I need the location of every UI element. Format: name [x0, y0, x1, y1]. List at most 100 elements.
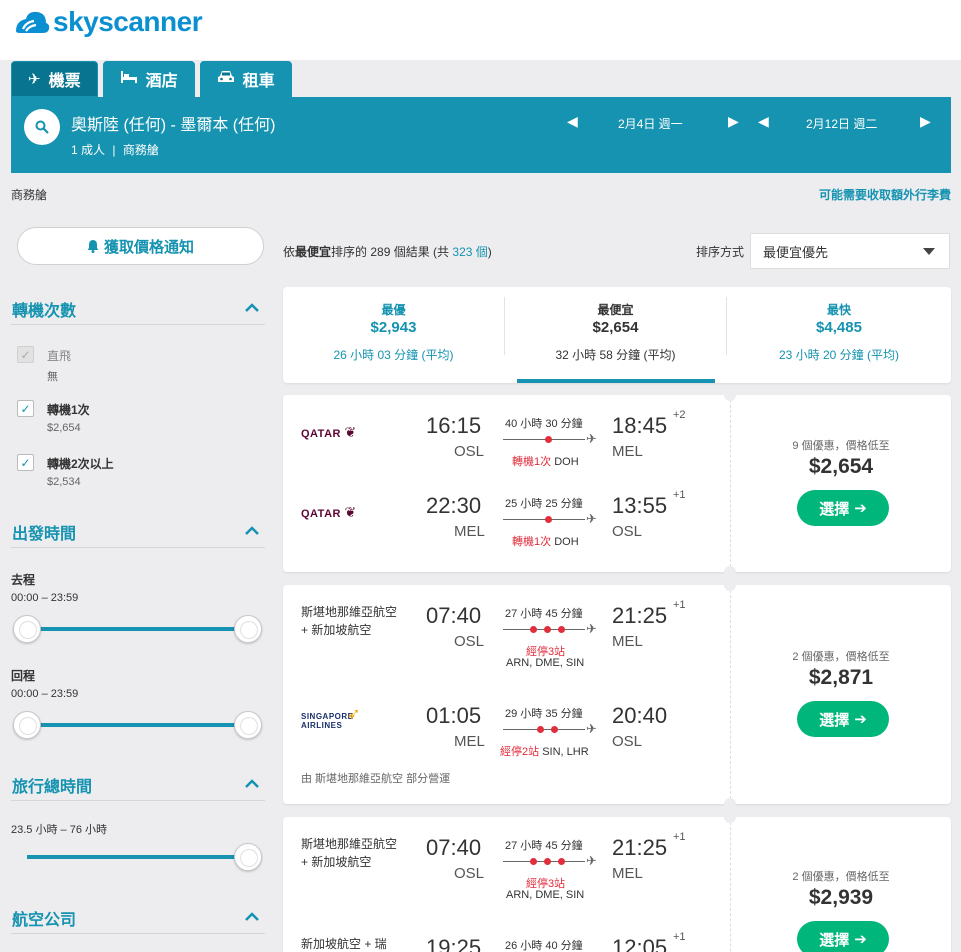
arrival-airport: OSL	[612, 523, 643, 540]
times-filter-title[interactable]: 出發時間	[12, 520, 76, 544]
via-airports: SIN, LHR	[542, 746, 589, 758]
via-airports: DOH	[554, 456, 579, 468]
flight-leg-return: SINGAPORE AIRLINES ➶ 01:05 MEL 29 小時 35 …	[283, 703, 723, 763]
via-airports: ARN, DME, SIN	[506, 657, 585, 669]
tab-label: 酒店	[145, 73, 178, 90]
caret-down-icon	[923, 248, 935, 255]
skyscanner-logo[interactable]: skyscanner	[10, 6, 203, 38]
duration-slider-handle[interactable]	[234, 843, 262, 871]
checkbox-two-plus-stops[interactable]: ✓	[17, 454, 34, 471]
route-line	[503, 519, 585, 520]
divider	[11, 324, 265, 325]
sort-select[interactable]: 最便宜優先	[750, 233, 950, 269]
flight-duration: 29 小時 35 分鐘	[505, 708, 583, 720]
return-slider-min-handle[interactable]	[13, 711, 41, 739]
itinerary-card[interactable]: 斯堪地那維亞航空 + 新加坡航空 07:40 OSL 27 小時 45 分鐘 ✈…	[283, 811, 951, 952]
baggage-fee-link[interactable]: 可能需要收取額外行李費	[819, 186, 951, 203]
tab-flights[interactable]: ✈ 機票	[11, 61, 98, 97]
summary-best[interactable]: 最優 $2,943 26 小時 03 分鐘 (平均)	[283, 287, 504, 383]
prev-return-date-icon[interactable]: ◀	[758, 113, 769, 130]
outbound-slider-min-handle[interactable]	[13, 615, 41, 643]
next-depart-date-icon[interactable]: ▶	[728, 113, 739, 130]
stop-dot	[558, 626, 565, 633]
chevron-up-icon[interactable]	[243, 522, 261, 540]
summary-duration: 23 小時 20 分鐘 (平均)	[778, 348, 900, 362]
chevron-up-icon[interactable]	[243, 299, 261, 317]
search-button[interactable]	[24, 109, 60, 145]
itinerary-card[interactable]: 斯堪地那維亞航空 + 新加坡航空 07:40 OSL 27 小時 45 分鐘 ✈…	[283, 579, 951, 810]
departure-time: 07:40	[426, 835, 482, 860]
select-button[interactable]: 選擇 ➔	[797, 490, 889, 526]
airline-name: SINGAPORE AIRLINES	[301, 712, 354, 730]
chevron-up-icon[interactable]	[243, 775, 261, 793]
day-offset: +2	[673, 409, 686, 421]
checkbox-one-stop[interactable]: ✓	[17, 400, 34, 417]
select-button[interactable]: 選擇 ➔	[797, 921, 889, 952]
checkbox-direct[interactable]: ✓	[17, 346, 34, 363]
route-line	[503, 729, 585, 730]
top-bar: skyscanner	[0, 0, 961, 60]
oryx-icon: ❦	[344, 424, 357, 440]
departure-airport: OSL	[454, 633, 485, 650]
chevron-up-icon[interactable]	[243, 908, 261, 926]
car-icon	[217, 70, 235, 88]
search-summary-bar[interactable]: 奧斯陸 (任何) - 墨爾本 (任何) 1 成人 | 商務艙 ◀ 2月4日 週一…	[11, 97, 951, 173]
stops-option-price: 無	[47, 371, 58, 383]
plane-icon: ✈	[586, 621, 597, 636]
sort-value: 最便宜優先	[763, 244, 829, 260]
return-date[interactable]: 2月12日 週二	[806, 115, 877, 132]
airline-name: 斯堪地那維亞航空 + 新加坡航空	[301, 605, 398, 637]
departure-time: 22:30	[426, 493, 482, 518]
summary-price: $2,654	[592, 319, 639, 336]
stops-label: 轉機1次	[512, 456, 552, 468]
flight-leg-return: 新加坡航空 + 瑞 19:25 26 小時 40 分鐘 12:05 +1	[283, 931, 723, 952]
tab-hotels[interactable]: 酒店	[102, 61, 195, 97]
qatar-airways-logo: QATAR ❦	[301, 504, 357, 521]
stops-option-price: $2,654	[47, 422, 81, 434]
cabin-label: 商務艙	[11, 188, 48, 202]
price-alert-button[interactable]: 獲取價格通知	[17, 227, 264, 265]
stop-dot	[545, 516, 552, 523]
departure-airport: OSL	[454, 865, 485, 882]
outbound-slider-max-handle[interactable]	[234, 615, 262, 643]
select-label: 選擇	[819, 931, 850, 949]
summary-fastest[interactable]: 最快 $4,485 23 小時 20 分鐘 (平均)	[727, 287, 951, 383]
stop-dot	[544, 626, 551, 633]
depart-date[interactable]: 2月4日 週一	[618, 115, 683, 132]
divider	[730, 817, 731, 952]
return-slider-track[interactable]	[27, 723, 249, 727]
divider	[730, 585, 731, 804]
summary-cheapest[interactable]: 最便宜 $2,654 32 小時 58 分鐘 (平均)	[505, 287, 726, 383]
next-return-date-icon[interactable]: ▶	[920, 113, 931, 130]
arrival-airport: OSL	[612, 733, 643, 750]
stop-dot	[537, 726, 544, 733]
duration-filter-title[interactable]: 旅行總時間	[12, 773, 92, 797]
departure-time: 16:15	[426, 413, 482, 438]
stops-label: 轉機1次	[512, 536, 552, 548]
airlines-filter-title[interactable]: 航空公司	[12, 906, 76, 930]
tab-car-hire[interactable]: 租車	[199, 61, 292, 97]
return-slider-max-handle[interactable]	[234, 711, 262, 739]
duration-slider-track[interactable]	[27, 855, 249, 859]
select-button[interactable]: 選擇 ➔	[797, 701, 889, 737]
stops-filter-title[interactable]: 轉機次數	[12, 297, 76, 321]
airline-name: 新加坡航空 + 瑞	[301, 937, 387, 951]
itinerary-card[interactable]: QATAR ❦ 16:15 OSL 40 小時 30 分鐘 ✈ 轉機1次 DOH…	[283, 389, 951, 578]
route-text[interactable]: 奧斯陸 (任何) - 墨爾本 (任何)	[71, 111, 275, 135]
passenger-cabin[interactable]: 1 成人 | 商務艙	[71, 141, 159, 158]
summary-label: 最便宜	[597, 303, 634, 317]
stop-dot	[545, 436, 552, 443]
arrival-time: 21:25	[612, 603, 668, 628]
flight-duration: 27 小時 45 分鐘	[505, 840, 583, 852]
return-range: 00:00 – 23:59	[11, 688, 79, 700]
airline-name: QATAR	[301, 428, 341, 440]
stops-option-label: 直飛	[47, 349, 72, 363]
day-offset: +1	[673, 489, 686, 501]
outbound-slider-track[interactable]	[27, 627, 249, 631]
prev-depart-date-icon[interactable]: ◀	[567, 113, 578, 130]
departure-airport: MEL	[454, 523, 485, 540]
summary-price: $4,485	[816, 319, 862, 336]
results-total-link[interactable]: 323 個	[452, 245, 487, 259]
divider	[11, 800, 265, 801]
day-offset: +1	[673, 599, 686, 611]
